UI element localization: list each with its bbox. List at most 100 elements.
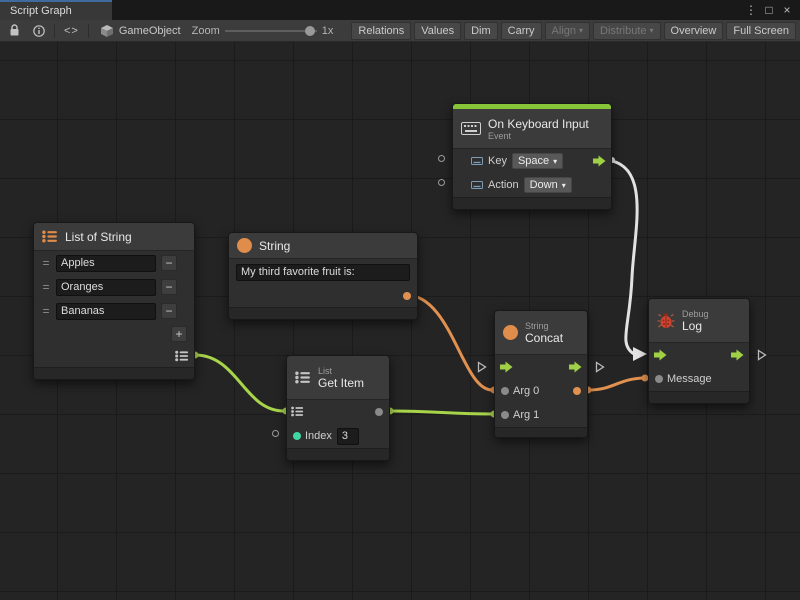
node-on-keyboard-input[interactable]: On Keyboard Input Event Key Space ▾ Acti… [452,103,612,210]
values-button[interactable]: Values [414,22,461,40]
node-footer [649,391,749,403]
distribute-button[interactable]: Distribute ▾ [593,22,660,40]
lock-icon[interactable] [4,22,24,40]
dim-button[interactable]: Dim [464,22,498,40]
index-input[interactable] [337,428,359,445]
string-output-port[interactable] [403,292,411,300]
remove-item-button[interactable]: − [161,255,177,271]
node-footer [34,367,194,379]
flow-direction-indicator [477,360,487,378]
arg1-label: Arg 1 [513,409,539,421]
list-icon [295,371,311,384]
bug-icon [657,312,675,329]
index-label: Index [305,430,332,442]
arg0-label: Arg 0 [513,385,539,397]
action-value-port[interactable] [438,179,445,186]
node-title: Concat [525,331,563,345]
window-close-icon[interactable]: × [780,3,794,17]
message-label: Message [667,373,712,385]
zoom-slider[interactable] [225,22,317,40]
align-button[interactable]: Align ▾ [545,22,590,40]
tab-script-graph[interactable]: Script Graph [0,0,112,20]
list-item-row: = − [34,299,194,323]
carry-button[interactable]: Carry [501,22,542,40]
key-value-port[interactable] [438,155,445,162]
wire-getitem-to-concat[interactable] [390,411,492,414]
node-header: String [229,233,417,259]
zoom-slider-handle[interactable] [305,26,315,36]
node-category: List [318,366,364,376]
arg1-input-port[interactable] [501,411,509,419]
list-icon [175,350,189,362]
flow-direction-indicator [757,348,767,366]
list-item-input[interactable] [56,255,156,272]
flow-output-port[interactable] [593,155,606,167]
string-value-input[interactable] [236,264,410,281]
list-item-input[interactable] [56,303,156,320]
node-list-of-string[interactable]: List of String = − = − = − + [33,222,195,380]
window-maximize-icon[interactable]: □ [762,3,776,17]
key-dropdown[interactable]: Space ▾ [512,153,563,169]
arg0-input-port[interactable] [501,387,509,395]
code-icon[interactable]: <> [60,25,83,37]
node-string-literal[interactable]: String [228,232,418,320]
node-footer [229,307,417,319]
node-header: On Keyboard Input Event [453,109,611,149]
arg0-row: Arg 0 [495,379,587,403]
add-item-button[interactable]: + [171,326,187,342]
wire-concat-to-log[interactable] [588,378,646,390]
overview-button[interactable]: Overview [664,22,724,40]
item-output-port[interactable] [375,408,383,416]
list-icon [42,230,58,243]
chevron-down-icon: ▾ [553,157,557,166]
mini-keyboard-icon [471,157,483,165]
index-input-port[interactable] [293,432,301,440]
align-label: Align [552,25,576,37]
toolbar-separator [54,24,55,38]
node-category: Debug [682,309,709,319]
node-header: String Concat [495,311,587,355]
index-row: Index [287,424,389,448]
tab-title: Script Graph [10,5,72,17]
gameobject-label: GameObject [119,25,181,37]
add-item-row: + [34,323,194,345]
graph-canvas[interactable]: On Keyboard Input Event Key Space ▾ Acti… [0,42,800,600]
list-io-row [287,400,389,424]
node-concat[interactable]: String Concat Arg 0 Arg 1 [494,310,588,438]
index-value-port[interactable] [272,430,279,437]
action-dropdown[interactable]: Down ▾ [524,177,572,193]
flow-output-port[interactable] [569,361,582,373]
flow-input-port[interactable] [500,361,513,373]
action-value: Down [530,179,558,191]
key-row: Key Space ▾ [453,149,611,173]
toolbar-separator [88,24,89,38]
list-output-port[interactable] [175,350,189,365]
chevron-down-icon: ▾ [562,181,566,190]
result-output-port[interactable] [573,387,581,395]
fullscreen-button[interactable]: Full Screen [726,22,796,40]
info-icon[interactable] [29,22,49,40]
list-input-port[interactable] [291,406,304,420]
drag-handle-icon[interactable]: = [41,256,51,270]
node-title: String [259,239,290,253]
node-category: String [525,321,563,331]
message-input-port[interactable] [655,375,663,383]
node-footer [287,448,389,460]
remove-item-button[interactable]: − [161,303,177,319]
flow-input-port[interactable] [654,349,667,361]
remove-item-button[interactable]: − [161,279,177,295]
node-debug-log[interactable]: Debug Log Message [648,298,750,404]
zoom-value: 1x [322,25,334,37]
gameobject-field[interactable]: GameObject [94,24,187,38]
list-item-row: = − [34,251,194,275]
list-item-input[interactable] [56,279,156,296]
drag-handle-icon[interactable]: = [41,280,51,294]
drag-handle-icon[interactable]: = [41,304,51,318]
node-get-item[interactable]: List Get Item Index [286,355,390,461]
window-menu-icon[interactable]: ⋮ [744,3,758,17]
list-item-row: = − [34,275,194,299]
flow-output-port[interactable] [731,349,744,361]
action-row: Action Down ▾ [453,173,611,197]
wire-list-to-getitem[interactable] [195,355,284,411]
relations-button[interactable]: Relations [351,22,411,40]
